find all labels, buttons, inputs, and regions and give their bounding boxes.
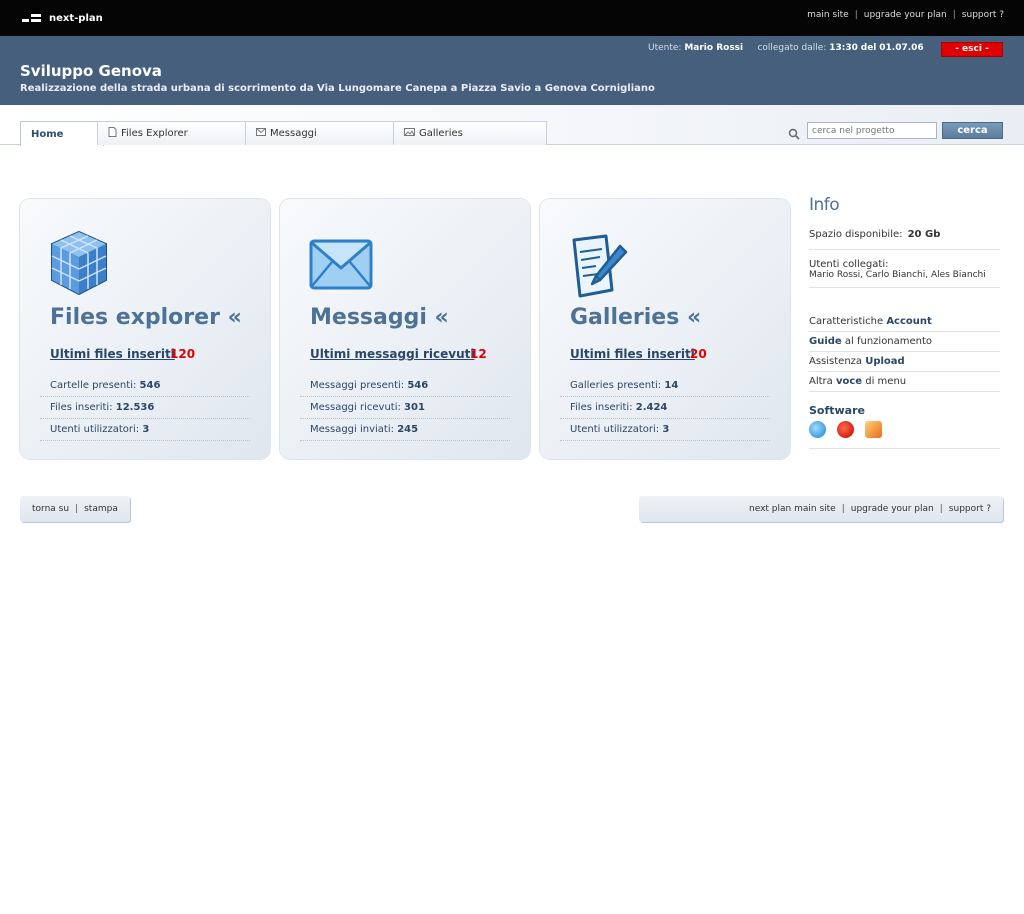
search-button[interactable]: cerca	[942, 122, 1003, 139]
stat-row: Cartelle presenti: 546	[40, 375, 250, 397]
project-title: Sviluppo Genova	[20, 62, 162, 80]
project-subtitle: Realizzazione della strada urbana di sco…	[20, 83, 655, 94]
search-input[interactable]	[807, 122, 937, 139]
connected-time: 13:30	[829, 43, 858, 53]
print-link[interactable]: stampa	[84, 496, 118, 522]
separator: |	[952, 10, 956, 20]
card-stats: Galleries presenti: 14 Files inseriti: 2…	[560, 375, 770, 441]
file-icon	[108, 127, 117, 140]
connected-of: del	[860, 43, 877, 53]
messages-card: Messaggi « Ultimi messaggi ricevuti 12 M…	[280, 199, 530, 459]
footer-right: next plan main site | upgrade your plan …	[639, 496, 1003, 522]
top-link-main-site[interactable]: main site	[807, 10, 849, 20]
connected-date: 01.07.06	[879, 43, 924, 53]
footer-main-site-link[interactable]: next plan main site	[749, 496, 836, 522]
tabs-bar: Home Files Explorer Messaggi Galleries c…	[0, 105, 1024, 146]
menu-item-guide[interactable]: Guide al funzionamento	[809, 332, 1000, 352]
card-stats: Messaggi presenti: 546 Messaggi ricevuti…	[300, 375, 510, 441]
logo-mark-icon	[22, 14, 41, 22]
menu-item-other[interactable]: Altra voce di menu	[809, 372, 1000, 392]
card-title: Messaggi «	[310, 305, 449, 330]
document-pen-icon	[568, 230, 630, 298]
user-name: Mario Rossi	[684, 43, 744, 53]
software-title: Software	[809, 404, 865, 417]
card-title: Files explorer «	[50, 305, 242, 330]
latest-files-link[interactable]: Ultimi files inseriti	[50, 347, 175, 361]
top-link-upgrade[interactable]: upgrade your plan	[864, 10, 947, 20]
latest-files-count: 120	[170, 347, 196, 361]
footer-upgrade-link[interactable]: upgrade your plan	[851, 496, 934, 522]
stat-row: Galleries presenti: 14	[560, 375, 770, 397]
firefox-icon[interactable]	[865, 421, 883, 438]
flash-player-icon[interactable]	[837, 421, 855, 438]
info-title: Info	[809, 195, 840, 215]
user-info: Utente: Mario Rossi collegato dalle: 13:…	[648, 43, 924, 53]
stat-row: Messaggi inviati: 245	[300, 419, 510, 441]
stat-row: Messaggi ricevuti: 301	[300, 397, 510, 419]
tab-galleries[interactable]: Galleries	[393, 121, 547, 145]
envelope-icon	[256, 128, 266, 139]
footer-left: torna su | stampa	[20, 496, 130, 522]
tab-label: Galleries	[419, 128, 463, 139]
logo-text: next-plan	[49, 12, 103, 24]
stat-row: Messaggi presenti: 546	[300, 375, 510, 397]
latest-messages-link[interactable]: Ultimi messaggi ricevuti	[310, 347, 475, 361]
top-bar: next-plan main site | upgrade your plan …	[0, 0, 1024, 36]
space-available: Spazio disponibile: 20 Gb	[809, 215, 1000, 250]
connected-users: Utenti collegati: Mario Rossi, Carlo Bia…	[809, 250, 1000, 288]
top-nav: main site | upgrade your plan | support …	[807, 10, 1004, 20]
magnifier-icon	[788, 125, 800, 140]
menu-item-account[interactable]: Caratteristiche Account	[809, 312, 1000, 332]
back-to-top-link[interactable]: torna su	[32, 496, 69, 522]
footer-support-link[interactable]: support ?	[949, 496, 991, 522]
separator: |	[841, 504, 845, 514]
separator: |	[939, 504, 943, 514]
tab-label: Messaggi	[270, 128, 317, 139]
stat-row: Files inseriti: 2.424	[560, 397, 770, 419]
stat-row: Utenti utilizzatori: 3	[560, 419, 770, 441]
info-panel: Info Spazio disponibile: 20 Gb Utenti co…	[809, 195, 1000, 449]
card-title: Galleries «	[570, 305, 702, 330]
tab-label: Files Explorer	[121, 128, 188, 139]
project-header: Utente: Mario Rossi collegato dalle: 13:…	[0, 36, 1024, 105]
latest-messages-count: 12	[470, 347, 487, 361]
separator: |	[854, 10, 858, 20]
card-stats: Cartelle presenti: 546 Files inseriti: 1…	[40, 375, 250, 441]
separator: |	[75, 504, 79, 514]
menu-item-upload[interactable]: Assistenza Upload	[809, 352, 1000, 372]
image-icon	[404, 128, 415, 139]
user-label: Utente:	[648, 43, 682, 53]
latest-gallery-files-count: 20	[690, 347, 707, 361]
galleries-card: Galleries « Ultimi files inseriti 20 Gal…	[540, 199, 790, 459]
stat-row: Files inseriti: 12.536	[40, 397, 250, 419]
logout-button[interactable]: - esci -	[941, 42, 1003, 57]
software-section: Software	[809, 404, 1000, 449]
internet-explorer-icon[interactable]	[809, 421, 826, 438]
logo[interactable]: next-plan	[22, 11, 103, 25]
tab-messaggi[interactable]: Messaggi	[245, 121, 395, 145]
tab-label: Home	[31, 128, 64, 140]
top-link-support[interactable]: support ?	[962, 10, 1004, 20]
envelope-icon	[308, 230, 373, 298]
stat-row: Utenti utilizzatori: 3	[40, 419, 250, 441]
files-explorer-card: Files explorer « Ultimi files inseriti 1…	[20, 199, 270, 459]
latest-gallery-files-link[interactable]: Ultimi files inseriti	[570, 347, 695, 361]
cube-icon	[48, 230, 110, 298]
tab-files-explorer[interactable]: Files Explorer	[97, 121, 247, 145]
tab-home[interactable]: Home	[20, 121, 104, 146]
connected-label: collegato dalle:	[757, 43, 827, 53]
